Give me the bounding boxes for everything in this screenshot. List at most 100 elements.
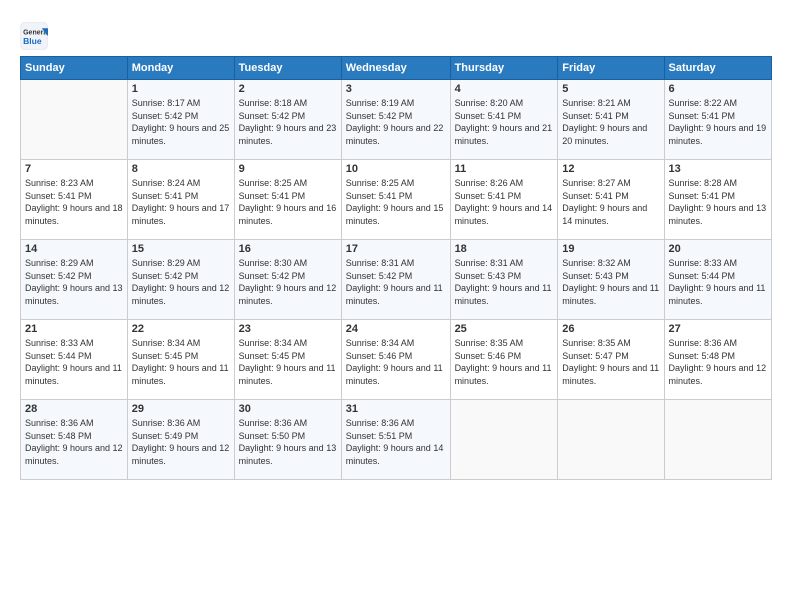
- calendar-cell: 12 Sunrise: 8:27 AMSunset: 5:41 PMDayligh…: [558, 160, 664, 240]
- day-info: Sunrise: 8:20 AMSunset: 5:41 PMDaylight:…: [455, 97, 554, 147]
- calendar-cell: [21, 80, 128, 160]
- calendar-cell: 3Sunrise: 8:19 AMSunset: 5:42 PMDaylight…: [341, 80, 450, 160]
- calendar-week-row: 7Sunrise: 8:23 AMSunset: 5:41 PMDaylight…: [21, 160, 772, 240]
- day-number: 17: [346, 243, 446, 255]
- calendar-cell: 31 Sunrise: 8:36 AMSunset: 5:51 PMDayligh…: [341, 400, 450, 480]
- calendar-cell: 2Sunrise: 8:18 AMSunset: 5:42 PMDaylight…: [234, 80, 341, 160]
- calendar-cell: 21 Sunrise: 8:33 AMSunset: 5:44 PMDayligh…: [21, 320, 128, 400]
- calendar-header-tuesday: Tuesday: [234, 57, 341, 80]
- day-info: Sunrise: 8:36 AMSunset: 5:48 PMDaylight:…: [669, 337, 767, 387]
- calendar-cell: [664, 400, 771, 480]
- calendar-header-saturday: Saturday: [664, 57, 771, 80]
- calendar-header-monday: Monday: [127, 57, 234, 80]
- calendar-week-row: 14 Sunrise: 8:29 AMSunset: 5:42 PMDayligh…: [21, 240, 772, 320]
- day-number: 12: [562, 163, 659, 175]
- day-info: Sunrise: 8:34 AMSunset: 5:45 PMDaylight:…: [132, 337, 230, 387]
- day-number: 4: [455, 83, 554, 95]
- day-info: Sunrise: 8:33 AMSunset: 5:44 PMDaylight:…: [25, 337, 123, 387]
- day-info: Sunrise: 8:26 AMSunset: 5:41 PMDaylight:…: [455, 177, 554, 227]
- calendar-header-row: SundayMondayTuesdayWednesdayThursdayFrid…: [21, 57, 772, 80]
- day-number: 9: [239, 163, 337, 175]
- day-info: Sunrise: 8:35 AMSunset: 5:46 PMDaylight:…: [455, 337, 554, 387]
- day-number: 10: [346, 163, 446, 175]
- header: General Blue: [20, 18, 772, 50]
- day-number: 21: [25, 323, 123, 335]
- day-info: Sunrise: 8:24 AMSunset: 5:41 PMDaylight:…: [132, 177, 230, 227]
- calendar-cell: 8 Sunrise: 8:24 AMSunset: 5:41 PMDaylight…: [127, 160, 234, 240]
- day-info: Sunrise: 8:23 AMSunset: 5:41 PMDaylight:…: [25, 177, 123, 227]
- day-info: Sunrise: 8:17 AMSunset: 5:42 PMDaylight:…: [132, 97, 230, 147]
- day-info: Sunrise: 8:36 AMSunset: 5:48 PMDaylight:…: [25, 417, 123, 467]
- day-info: Sunrise: 8:31 AMSunset: 5:43 PMDaylight:…: [455, 257, 554, 307]
- day-info: Sunrise: 8:22 AMSunset: 5:41 PMDaylight:…: [669, 97, 767, 147]
- calendar-cell: 25 Sunrise: 8:35 AMSunset: 5:46 PMDayligh…: [450, 320, 558, 400]
- day-info: Sunrise: 8:28 AMSunset: 5:41 PMDaylight:…: [669, 177, 767, 227]
- day-info: Sunrise: 8:21 AMSunset: 5:41 PMDaylight:…: [562, 97, 659, 147]
- calendar-cell: 30Sunrise: 8:36 AMSunset: 5:50 PMDayligh…: [234, 400, 341, 480]
- day-info: Sunrise: 8:30 AMSunset: 5:42 PMDaylight:…: [239, 257, 337, 307]
- calendar-cell: 5 Sunrise: 8:21 AMSunset: 5:41 PMDaylight…: [558, 80, 664, 160]
- day-info: Sunrise: 8:33 AMSunset: 5:44 PMDaylight:…: [669, 257, 767, 307]
- calendar-cell: 24 Sunrise: 8:34 AMSunset: 5:46 PMDayligh…: [341, 320, 450, 400]
- day-info: Sunrise: 8:34 AMSunset: 5:46 PMDaylight:…: [346, 337, 446, 387]
- day-number: 18: [455, 243, 554, 255]
- calendar-cell: 18 Sunrise: 8:31 AMSunset: 5:43 PMDayligh…: [450, 240, 558, 320]
- day-number: 3: [346, 83, 446, 95]
- day-number: 20: [669, 243, 767, 255]
- day-number: 11: [455, 163, 554, 175]
- day-info: Sunrise: 8:36 AMSunset: 5:51 PMDaylight:…: [346, 417, 446, 467]
- day-info: Sunrise: 8:27 AMSunset: 5:41 PMDaylight:…: [562, 177, 659, 227]
- day-number: 24: [346, 323, 446, 335]
- day-info: Sunrise: 8:36 AMSunset: 5:50 PMDaylight:…: [239, 417, 337, 467]
- calendar-header-thursday: Thursday: [450, 57, 558, 80]
- calendar-week-row: 28 Sunrise: 8:36 AMSunset: 5:48 PMDayligh…: [21, 400, 772, 480]
- logo: General Blue: [20, 22, 52, 50]
- day-number: 13: [669, 163, 767, 175]
- calendar-header-wednesday: Wednesday: [341, 57, 450, 80]
- calendar-cell: 10 Sunrise: 8:25 AMSunset: 5:41 PMDayligh…: [341, 160, 450, 240]
- calendar-cell: 23Sunrise: 8:34 AMSunset: 5:45 PMDayligh…: [234, 320, 341, 400]
- day-number: 1: [132, 83, 230, 95]
- calendar-cell: 7Sunrise: 8:23 AMSunset: 5:41 PMDaylight…: [21, 160, 128, 240]
- day-number: 22: [132, 323, 230, 335]
- day-info: Sunrise: 8:31 AMSunset: 5:42 PMDaylight:…: [346, 257, 446, 307]
- day-number: 23: [239, 323, 337, 335]
- day-info: Sunrise: 8:25 AMSunset: 5:41 PMDaylight:…: [346, 177, 446, 227]
- day-number: 2: [239, 83, 337, 95]
- calendar-cell: 19Sunrise: 8:32 AMSunset: 5:43 PMDayligh…: [558, 240, 664, 320]
- day-info: Sunrise: 8:29 AMSunset: 5:42 PMDaylight:…: [25, 257, 123, 307]
- day-number: 8: [132, 163, 230, 175]
- day-number: 19: [562, 243, 659, 255]
- calendar-cell: 1 Sunrise: 8:17 AMSunset: 5:42 PMDaylight…: [127, 80, 234, 160]
- day-number: 15: [132, 243, 230, 255]
- calendar-cell: 9Sunrise: 8:25 AMSunset: 5:41 PMDaylight…: [234, 160, 341, 240]
- calendar-cell: 27 Sunrise: 8:36 AMSunset: 5:48 PMDayligh…: [664, 320, 771, 400]
- day-number: 28: [25, 403, 123, 415]
- calendar-cell: 26Sunrise: 8:35 AMSunset: 5:47 PMDayligh…: [558, 320, 664, 400]
- day-info: Sunrise: 8:36 AMSunset: 5:49 PMDaylight:…: [132, 417, 230, 467]
- calendar-cell: 13 Sunrise: 8:28 AMSunset: 5:41 PMDayligh…: [664, 160, 771, 240]
- day-number: 31: [346, 403, 446, 415]
- calendar-cell: 29 Sunrise: 8:36 AMSunset: 5:49 PMDayligh…: [127, 400, 234, 480]
- day-number: 14: [25, 243, 123, 255]
- calendar-cell: 4 Sunrise: 8:20 AMSunset: 5:41 PMDaylight…: [450, 80, 558, 160]
- calendar-cell: 15 Sunrise: 8:29 AMSunset: 5:42 PMDayligh…: [127, 240, 234, 320]
- day-number: 27: [669, 323, 767, 335]
- day-number: 29: [132, 403, 230, 415]
- day-info: Sunrise: 8:29 AMSunset: 5:42 PMDaylight:…: [132, 257, 230, 307]
- calendar-cell: [558, 400, 664, 480]
- calendar-header-friday: Friday: [558, 57, 664, 80]
- calendar-week-row: 21 Sunrise: 8:33 AMSunset: 5:44 PMDayligh…: [21, 320, 772, 400]
- svg-text:Blue: Blue: [23, 36, 42, 46]
- calendar-cell: 20 Sunrise: 8:33 AMSunset: 5:44 PMDayligh…: [664, 240, 771, 320]
- day-number: 26: [562, 323, 659, 335]
- day-number: 25: [455, 323, 554, 335]
- calendar-header-sunday: Sunday: [21, 57, 128, 80]
- calendar-cell: 16 Sunrise: 8:30 AMSunset: 5:42 PMDayligh…: [234, 240, 341, 320]
- calendar-cell: [450, 400, 558, 480]
- day-number: 5: [562, 83, 659, 95]
- day-number: 16: [239, 243, 337, 255]
- logo-icon: General Blue: [20, 22, 48, 50]
- calendar-cell: 28 Sunrise: 8:36 AMSunset: 5:48 PMDayligh…: [21, 400, 128, 480]
- calendar-cell: 14 Sunrise: 8:29 AMSunset: 5:42 PMDayligh…: [21, 240, 128, 320]
